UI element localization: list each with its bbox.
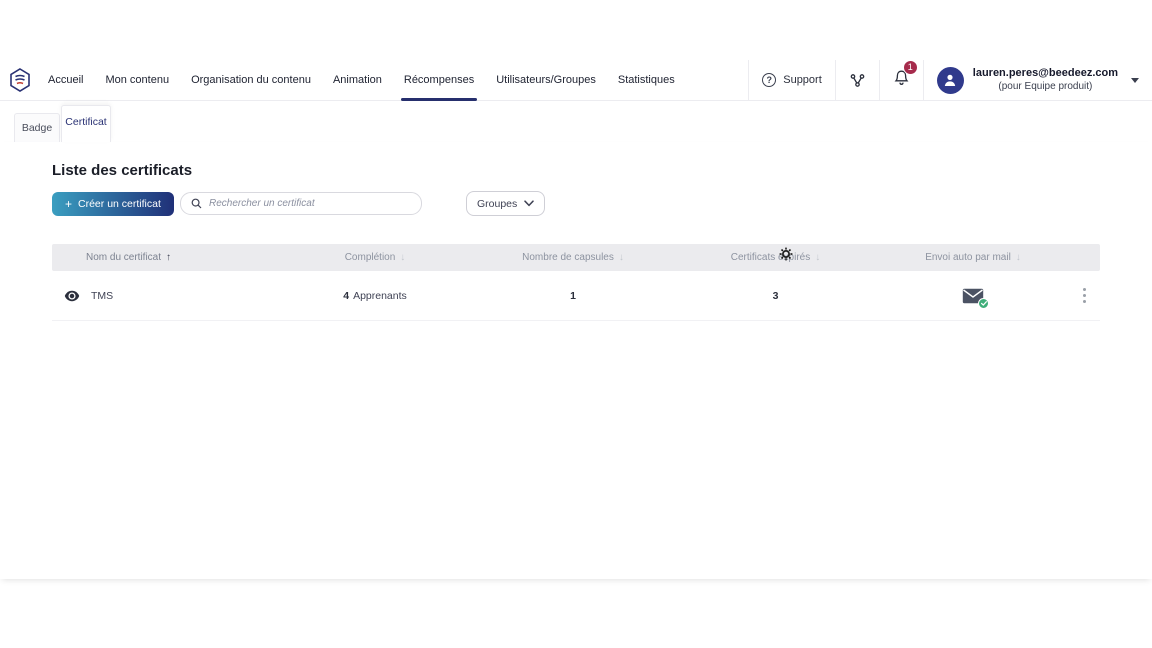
notification-count-badge: 1 xyxy=(903,60,918,75)
org-structure-button[interactable] xyxy=(835,60,879,100)
column-label: Complétion xyxy=(345,252,396,263)
completion-unit: Apprenants xyxy=(353,290,407,302)
sitemap-icon xyxy=(849,72,866,89)
support-button[interactable]: ? Support xyxy=(748,60,835,100)
certificate-name: TMS xyxy=(91,290,113,302)
plus-icon: + xyxy=(65,197,72,211)
page-title: Liste des certificats xyxy=(52,162,192,179)
check-icon xyxy=(981,301,987,306)
column-header-nombre-de-capsules[interactable]: Nombre de capsules ↓ xyxy=(473,252,673,263)
eye-icon xyxy=(64,290,80,302)
create-certificate-label: Créer un certificat xyxy=(78,198,161,210)
tab-label: Certificat xyxy=(65,116,106,128)
notifications-button[interactable]: 1 xyxy=(879,60,923,100)
table-row: TMS 4 Apprenants 1 3 xyxy=(52,271,1100,321)
nav-label: Statistiques xyxy=(618,74,675,86)
sort-asc-icon: ↑ xyxy=(166,252,171,263)
create-certificate-button[interactable]: + Créer un certificat xyxy=(52,192,174,216)
beedeez-logo-icon xyxy=(9,68,31,93)
nav-label: Organisation du contenu xyxy=(191,74,311,86)
nav-item-recompenses[interactable]: Récompenses xyxy=(393,60,485,100)
nav-item-animation[interactable]: Animation xyxy=(322,60,393,100)
column-label: Nom du certificat xyxy=(86,252,161,263)
nav-item-utilisateurs-groupes[interactable]: Utilisateurs/Groupes xyxy=(485,60,607,100)
column-header-completion[interactable]: Complétion ↓ xyxy=(277,252,473,263)
search-input[interactable] xyxy=(209,198,411,209)
expired-certificates-cell: 3 xyxy=(673,290,878,302)
auto-mail-cell xyxy=(878,288,1068,304)
view-certificate-button[interactable] xyxy=(64,290,80,302)
nav-label: Animation xyxy=(333,74,382,86)
certificate-name-cell: TMS xyxy=(52,290,277,302)
capsules-cell: 1 xyxy=(473,290,673,302)
tab-certificat[interactable]: Certificat xyxy=(61,105,111,142)
groups-label: Groupes xyxy=(477,198,517,210)
tab-badge[interactable]: Badge xyxy=(14,113,60,142)
tab-label: Badge xyxy=(22,122,52,134)
nav-label: Accueil xyxy=(48,74,83,86)
avatar xyxy=(937,67,964,94)
nav-item-mon-contenu[interactable]: Mon contenu xyxy=(94,60,180,100)
auto-mail-toggle[interactable] xyxy=(962,288,984,304)
user-menu[interactable]: lauren.peres@beedeez.com (pour Equipe pr… xyxy=(923,60,1152,100)
beedeez-logo[interactable] xyxy=(0,60,37,100)
mail-enabled-badge xyxy=(978,298,989,309)
caret-down-icon xyxy=(1131,78,1139,83)
user-context: (pour Equipe produit) xyxy=(973,81,1118,94)
completion-value: 4 xyxy=(343,290,349,302)
column-label: Envoi auto par mail xyxy=(925,252,1011,263)
groups-filter-dropdown[interactable]: Groupes xyxy=(466,191,545,216)
user-email: lauren.peres@beedeez.com xyxy=(973,67,1118,81)
column-label: Certificats expirés xyxy=(731,252,810,263)
certificate-search xyxy=(180,192,422,215)
completion-cell: 4 Apprenants xyxy=(277,290,473,302)
nav-item-accueil[interactable]: Accueil xyxy=(37,60,94,100)
sort-desc-icon: ↓ xyxy=(1016,252,1021,263)
column-header-nom-du-certificat[interactable]: Nom du certificat ↑ xyxy=(52,252,277,263)
nav-item-statistiques[interactable]: Statistiques xyxy=(607,60,686,100)
top-navbar: Accueil Mon contenu Organisation du cont… xyxy=(0,60,1152,101)
sort-desc-icon: ↓ xyxy=(619,252,624,263)
column-header-envoi-auto-par-mail[interactable]: Envoi auto par mail ↓ xyxy=(878,252,1068,263)
column-label: Nombre de capsules xyxy=(522,252,614,263)
sort-desc-icon: ↓ xyxy=(815,252,820,263)
column-header-certificats-expires[interactable]: Certificats expirés ↓ xyxy=(673,252,878,263)
table-header-row: Nom du certificat ↑ Complétion ↓ Nombre … xyxy=(52,244,1100,271)
nav-label: Récompenses xyxy=(404,74,474,86)
row-actions-cell xyxy=(1068,284,1100,307)
user-icon xyxy=(942,72,958,88)
row-menu-button[interactable] xyxy=(1079,284,1090,307)
certificates-panel: Liste des certificats + Créer un certifi… xyxy=(0,142,1152,579)
question-circle-icon: ? xyxy=(762,73,776,87)
support-label: Support xyxy=(783,74,822,86)
chevron-down-icon xyxy=(524,200,534,207)
nav-label: Utilisateurs/Groupes xyxy=(496,74,596,86)
certificates-table: Nom du certificat ↑ Complétion ↓ Nombre … xyxy=(52,244,1100,321)
nav-label: Mon contenu xyxy=(105,74,169,86)
sort-desc-icon: ↓ xyxy=(400,252,405,263)
search-icon xyxy=(191,198,202,209)
nav-item-organisation-du-contenu[interactable]: Organisation du contenu xyxy=(180,60,322,100)
